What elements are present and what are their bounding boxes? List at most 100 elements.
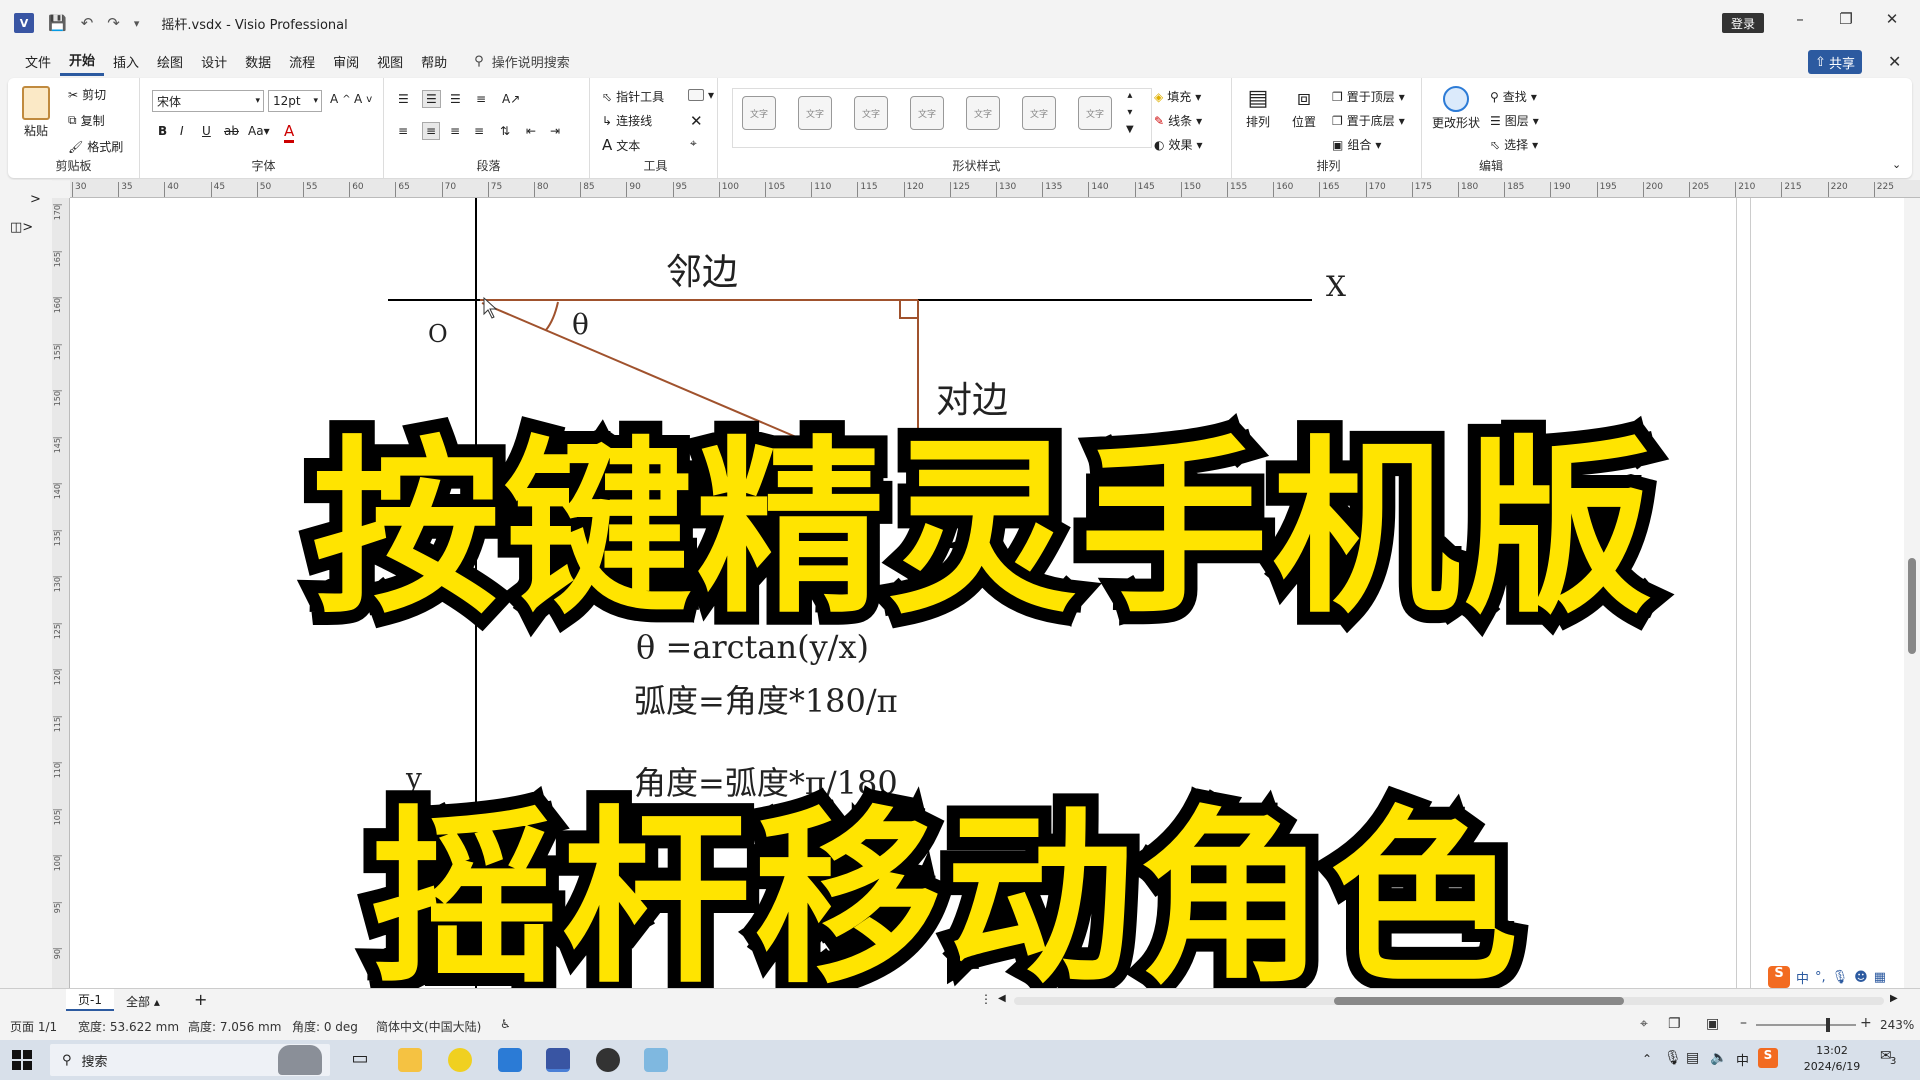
scroll-left-icon[interactable]: ◀ xyxy=(998,993,1006,1004)
style-swatch-4[interactable]: 文字 xyxy=(910,96,944,130)
style-swatch-1[interactable]: 文字 xyxy=(742,96,776,130)
vertical-scrollbar[interactable] xyxy=(1904,198,1920,988)
align-top-icon[interactable]: ☰ xyxy=(398,92,409,106)
tell-me-search[interactable]: ⚲ 操作说明搜索 xyxy=(474,52,570,71)
fill-button[interactable]: ◈ 填充 ▾ xyxy=(1154,88,1201,105)
style-swatch-5[interactable]: 文字 xyxy=(966,96,1000,130)
tab-view[interactable]: 视图 xyxy=(368,46,412,76)
font-size-select[interactable]: 12pt ▾ xyxy=(268,90,322,112)
add-page-icon[interactable]: + xyxy=(194,990,207,1009)
align-bottom-icon[interactable]: ☰ xyxy=(450,92,461,106)
align-right-icon[interactable]: ≡ xyxy=(450,124,460,138)
connection-point-icon[interactable]: ✕ xyxy=(690,112,703,130)
text-direction-icon[interactable]: A↗ xyxy=(502,92,520,106)
close-icon[interactable]: ✕ xyxy=(1872,10,1912,28)
taskbar-search-box[interactable]: ⚲ 搜索 xyxy=(50,1044,330,1076)
collapse-ribbon-icon[interactable]: ⌄ xyxy=(1892,158,1901,171)
expand-pane-icon[interactable]: > xyxy=(30,192,41,207)
customize-qa-icon[interactable]: ▾ xyxy=(134,17,140,30)
app-blue-icon[interactable] xyxy=(644,1048,668,1072)
shrink-font-icon[interactable]: Av xyxy=(354,92,372,106)
task-view-icon[interactable]: ▭ xyxy=(348,1048,372,1072)
align-middle-icon[interactable]: ☰ xyxy=(422,90,441,108)
style-swatch-6[interactable]: 文字 xyxy=(1022,96,1056,130)
horizontal-scrollbar[interactable] xyxy=(1014,997,1884,1005)
decrease-indent-icon[interactable]: ⇤ xyxy=(526,124,536,138)
presentation-mode-icon[interactable]: ▣ xyxy=(1706,1016,1719,1032)
tab-home[interactable]: 开始 xyxy=(60,46,105,76)
font-color-icon[interactable]: A xyxy=(284,122,295,143)
bold-icon[interactable]: B xyxy=(158,124,167,138)
windows-start-icon[interactable] xyxy=(12,1050,32,1070)
change-shape-button[interactable]: 更改形状 xyxy=(1432,86,1480,131)
remote-desktop-icon[interactable] xyxy=(498,1048,522,1072)
bullets-icon[interactable]: ≡ xyxy=(476,92,486,106)
close-panel-icon[interactable]: ✕ xyxy=(1888,52,1901,71)
justify-icon[interactable]: ≡ xyxy=(474,124,484,138)
language-indicator[interactable]: 简体中文(中国大陆) xyxy=(376,1018,481,1035)
tab-draw[interactable]: 绘图 xyxy=(148,46,192,76)
share-button[interactable]: ⇧ 共享 xyxy=(1808,50,1862,74)
effects-button[interactable]: ◐ 效果 ▾ xyxy=(1154,136,1203,153)
select-button[interactable]: ⬁ 选择 ▾ xyxy=(1490,136,1538,153)
text-tool-button[interactable]: A 文本 xyxy=(602,136,640,154)
more-options-icon[interactable]: ⋮ xyxy=(980,992,992,1006)
pointer-tool-button[interactable]: ⬁ 指针工具 xyxy=(602,88,664,105)
visio-taskbar-icon[interactable] xyxy=(546,1048,570,1072)
align-center-icon[interactable]: ≡ xyxy=(422,122,441,140)
tab-design[interactable]: 设计 xyxy=(192,46,236,76)
sogou-tray-icon[interactable]: S xyxy=(1758,1048,1778,1068)
underline-icon[interactable]: U xyxy=(202,124,211,138)
style-swatch-7[interactable]: 文字 xyxy=(1078,96,1112,130)
increase-indent-icon[interactable]: ⇥ xyxy=(550,124,560,138)
file-explorer-icon[interactable] xyxy=(398,1048,422,1072)
scroll-right-icon[interactable]: ▶ xyxy=(1890,993,1898,1004)
copy-button[interactable]: ⧉ 复制 xyxy=(68,112,105,129)
accessibility-icon[interactable]: ♿ xyxy=(500,1017,511,1031)
page-indicator[interactable]: 页面 1/1 xyxy=(10,1018,57,1035)
strikethrough-icon[interactable]: ab xyxy=(224,124,239,138)
ime-tray-label[interactable]: 中 xyxy=(1736,1050,1749,1069)
tab-data[interactable]: 数据 xyxy=(236,46,280,76)
grow-font-icon[interactable]: A ^ xyxy=(330,92,351,106)
app-yellow-icon[interactable] xyxy=(448,1048,472,1072)
zoom-slider-thumb[interactable] xyxy=(1826,1018,1830,1032)
connector-button[interactable]: ↳ 连接线 xyxy=(602,112,652,129)
format-painter-button[interactable]: 🖌 格式刷 xyxy=(68,138,123,155)
style-swatch-3[interactable]: 文字 xyxy=(854,96,888,130)
all-pages-button[interactable]: 全部 ▴ xyxy=(126,993,160,1010)
crop-icon[interactable]: ⌖ xyxy=(690,136,697,151)
tab-process[interactable]: 流程 xyxy=(280,46,324,76)
minimize-icon[interactable]: – xyxy=(1780,10,1820,28)
redo-icon[interactable]: ↷ xyxy=(107,14,120,32)
arrange-button[interactable]: ▤ 排列 xyxy=(1246,86,1270,130)
paste-button[interactable]: 粘贴 xyxy=(22,86,50,139)
line-button[interactable]: ✎ 线条 ▾ xyxy=(1154,112,1202,129)
position-button[interactable]: ⧈ 位置 xyxy=(1292,86,1316,130)
volume-icon[interactable]: 🔈 xyxy=(1710,1050,1727,1066)
gallery-scroll[interactable]: ▴ ▾ ▼ xyxy=(1126,90,1134,135)
show-hidden-icons[interactable]: ⌃ xyxy=(1642,1052,1652,1066)
font-family-select[interactable]: 宋体 ▾ xyxy=(152,90,264,112)
microphone-tray-icon[interactable]: 🎙 xyxy=(1664,1050,1682,1066)
shapes-pane-icon[interactable]: ◫> xyxy=(10,220,33,235)
app-dark-icon[interactable] xyxy=(596,1048,620,1072)
zoom-slider[interactable] xyxy=(1756,1018,1856,1032)
network-icon[interactable]: ▤ xyxy=(1686,1050,1699,1066)
tab-insert[interactable]: 插入 xyxy=(104,46,148,76)
align-left-icon[interactable]: ≡ xyxy=(398,124,408,138)
layers-button[interactable]: ☰ 图层 ▾ xyxy=(1490,112,1539,129)
cut-button[interactable]: ✂ 剪切 xyxy=(68,86,106,103)
switch-windows-icon[interactable]: ❐ xyxy=(1668,1016,1681,1032)
send-to-back-button[interactable]: ❐ 置于底层 ▾ xyxy=(1332,112,1405,129)
find-button[interactable]: ⚲ 查找 ▾ xyxy=(1490,88,1537,105)
page-tab-1[interactable]: 页-1 xyxy=(66,989,114,1011)
vertical-scroll-thumb[interactable] xyxy=(1908,558,1916,654)
fit-page-icon[interactable]: ⌖ xyxy=(1640,1016,1648,1032)
ime-toolbar[interactable]: S 中 °, 🎙 ☻ ▦ xyxy=(1768,966,1918,988)
save-icon[interactable]: 💾 xyxy=(48,14,67,32)
zoom-out-icon[interactable]: – xyxy=(1740,1015,1747,1031)
login-button[interactable]: 登录 xyxy=(1722,13,1764,33)
taskbar-clock[interactable]: 13:02 2024/6/19 xyxy=(1792,1043,1872,1075)
rectangle-shape-icon[interactable]: ▾ xyxy=(688,88,714,102)
